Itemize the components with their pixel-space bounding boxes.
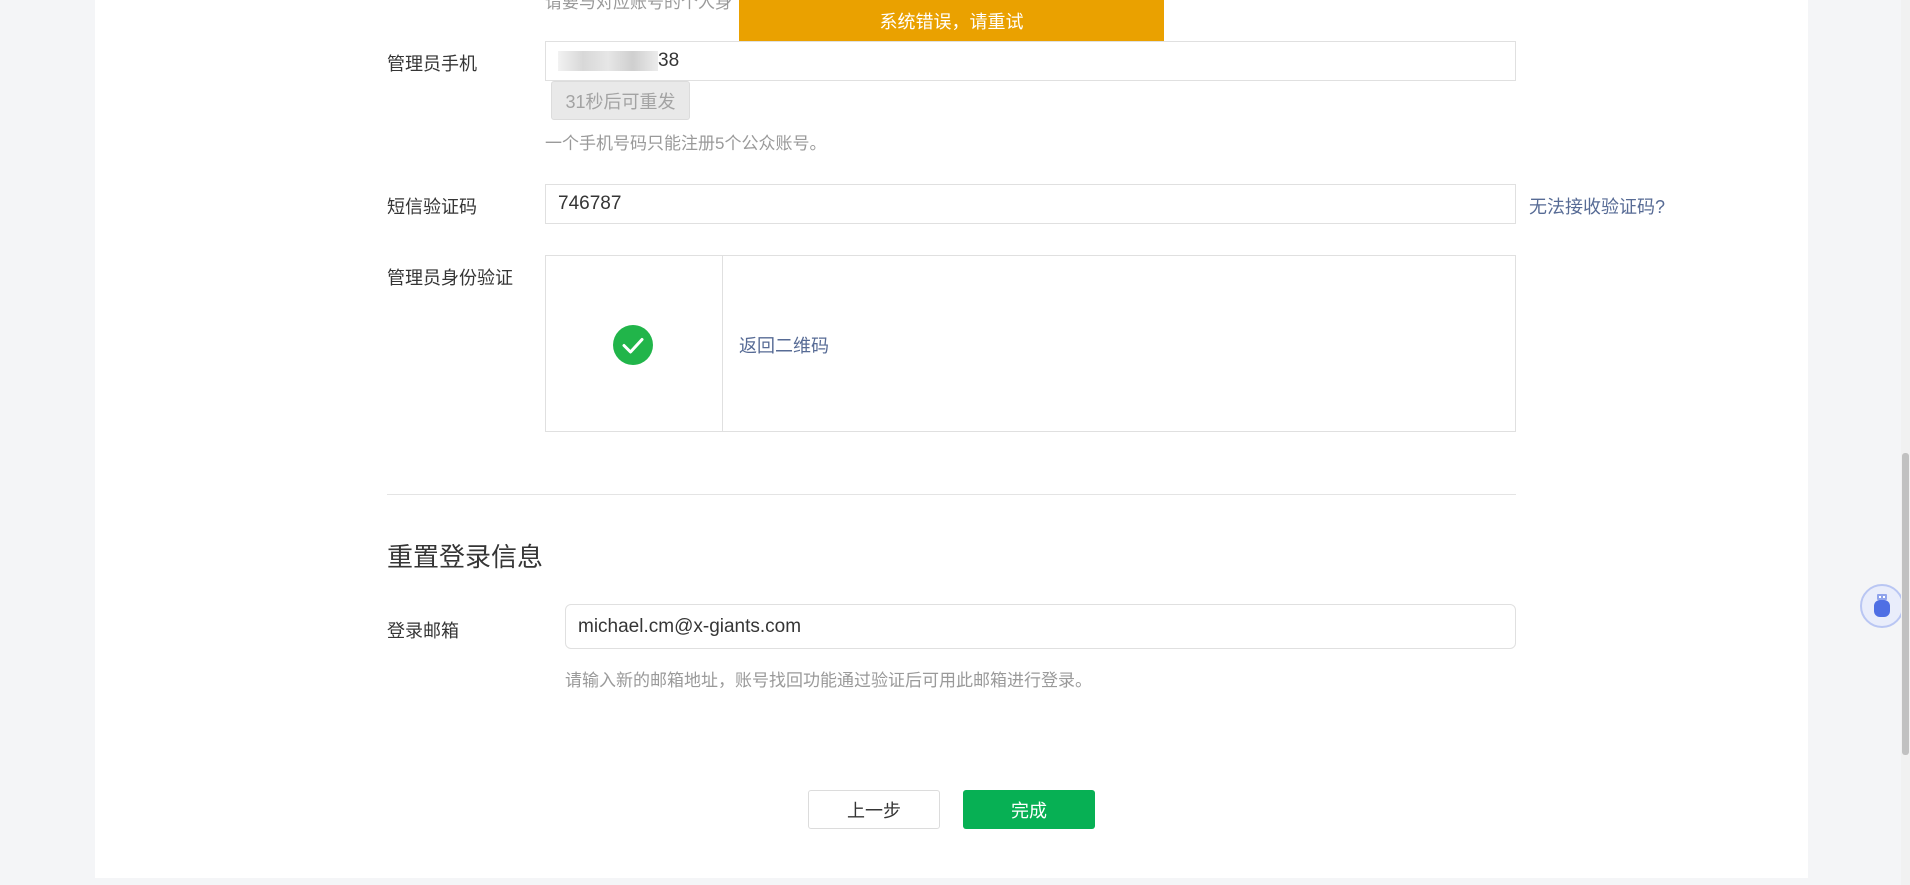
- section-divider: [387, 494, 1516, 495]
- reset-section-title: 重置登录信息: [387, 542, 544, 572]
- login-email-hint: 请输入新的邮箱地址，账号找回功能通过验证后可用此邮箱进行登录。: [565, 671, 1092, 690]
- assistant-plugin-icon[interactable]: [1860, 584, 1904, 628]
- admin-phone-input[interactable]: 38: [545, 41, 1516, 81]
- sms-code-label: 短信验证码: [387, 197, 477, 217]
- phone-visible-suffix: 38: [658, 50, 680, 71]
- resend-code-button[interactable]: 31秒后可重发: [551, 81, 690, 120]
- admin-phone-label: 管理员手机: [387, 54, 477, 74]
- error-toast: 系统错误，请重试: [739, 0, 1164, 41]
- login-email-input[interactable]: michael.cm@x-giants.com: [565, 604, 1516, 649]
- phone-blur-mask: [558, 51, 658, 71]
- sms-code-input[interactable]: 746787: [545, 184, 1516, 224]
- phone-limit-hint: 一个手机号码只能注册5个公众账号。: [545, 134, 827, 153]
- login-email-label: 登录邮箱: [387, 621, 459, 641]
- prev-step-button[interactable]: 上一步: [808, 790, 940, 829]
- identity-label: 管理员身份验证: [387, 268, 513, 288]
- finish-button[interactable]: 完成: [963, 790, 1095, 829]
- back-to-qrcode-link[interactable]: 返回二维码: [739, 332, 829, 358]
- cannot-receive-code-link[interactable]: 无法接收验证码?: [1529, 193, 1665, 219]
- qr-area: [546, 256, 723, 431]
- identity-box: 返回二维码: [545, 255, 1516, 432]
- scrollbar-thumb[interactable]: [1902, 453, 1909, 755]
- verified-check-icon: [613, 325, 653, 365]
- top-hint-partial: 请要与对应账号的个人身: [545, 0, 732, 12]
- form-card: [95, 0, 1808, 878]
